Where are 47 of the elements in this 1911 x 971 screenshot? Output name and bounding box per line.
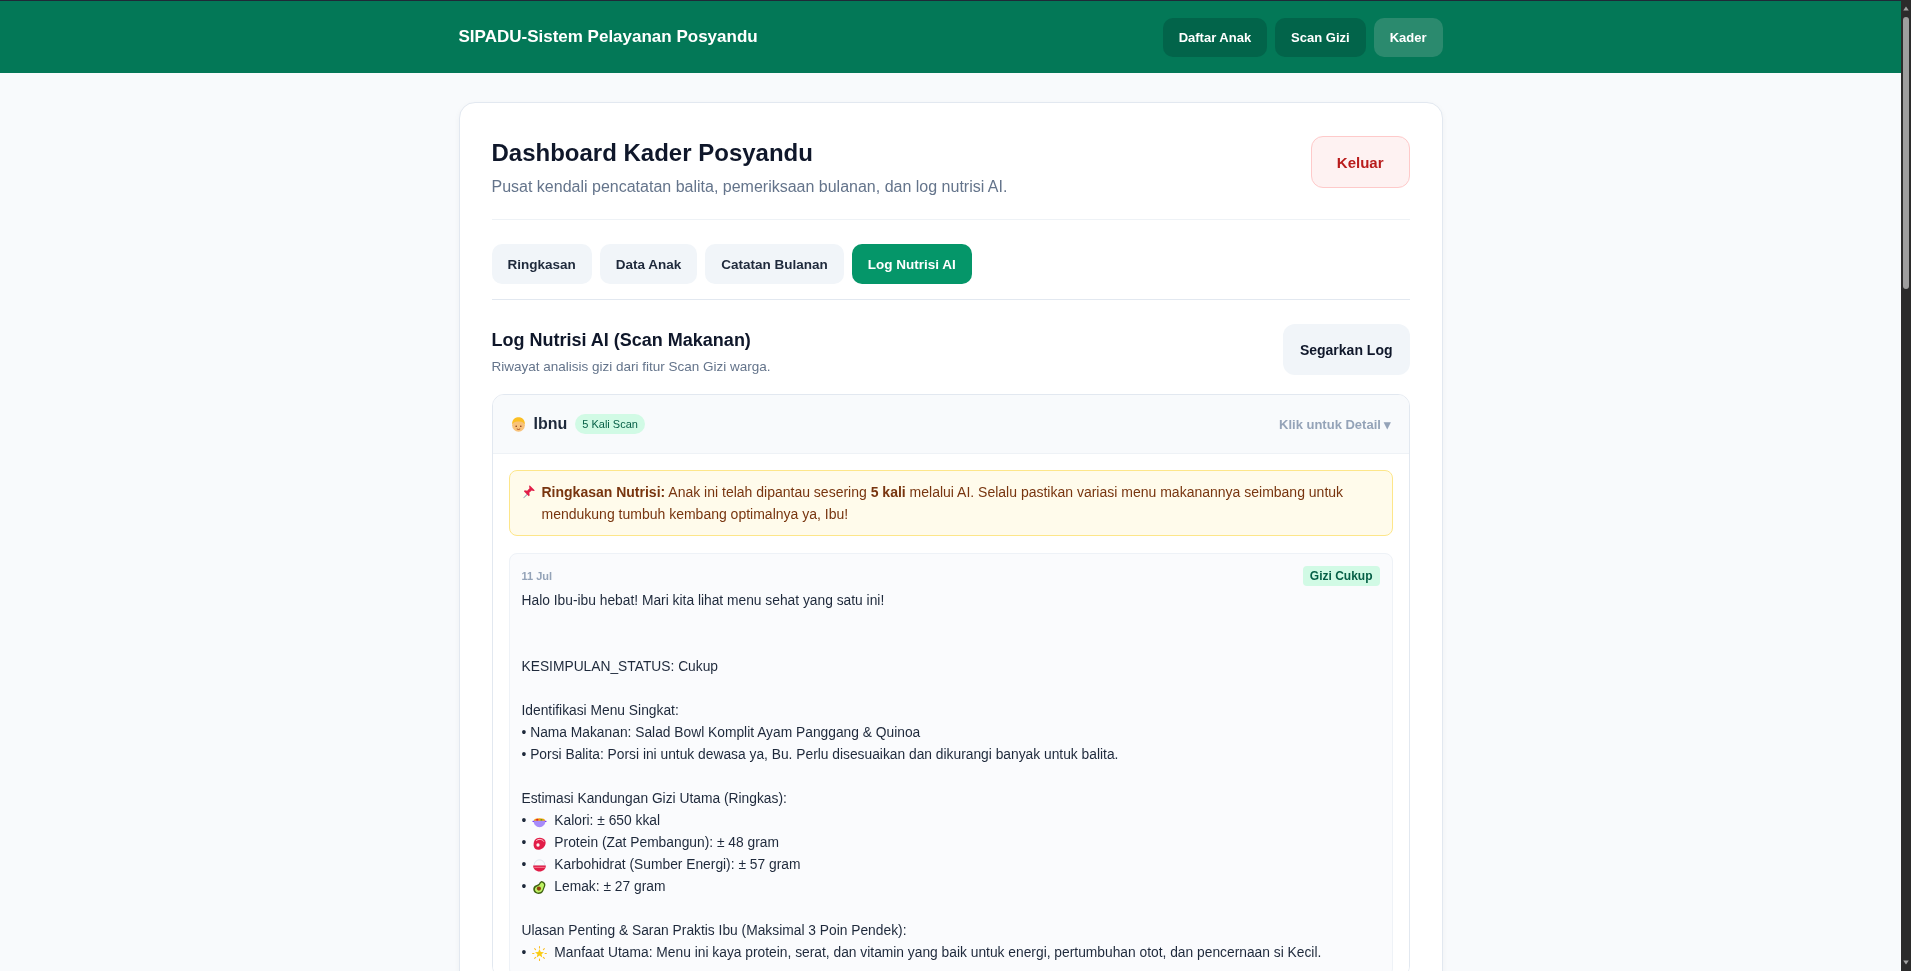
log-text-line: • Porsi Balita: Porsi ini untuk dewasa ya, Bu. Perlu disesuaikan dan dikurangi banyak untuk balita. — [521, 746, 1120, 764]
log-date: 11 Jul — [521, 570, 553, 582]
bullet-mark: • — [521, 856, 527, 874]
avocado-icon — [532, 879, 548, 895]
tab[interactable]: Log Nutrisi AI — [851, 244, 972, 284]
log-text-line: Estimasi Kandungan Gizi Utama (Ringkas): — [521, 790, 788, 808]
log-text-line: Lemak: ± 27 gram — [554, 878, 666, 896]
nav-button[interactable]: Kader — [1373, 17, 1443, 57]
log-text-line: Kalori: ± 650 kkal — [554, 812, 661, 830]
nav-button[interactable]: Daftar Anak — [1162, 17, 1268, 57]
refresh-log-button[interactable]: Segarkan Log — [1282, 324, 1410, 375]
scan-count-badge: 5 Kali Scan — [575, 414, 645, 434]
log-text-line: Karbohidrat (Sumber Energi): ± 57 gram — [554, 856, 801, 874]
glowing-star-icon — [532, 945, 548, 961]
log-text-line: Protein (Zat Pembangun): ± 48 gram — [554, 834, 779, 852]
bullet-mark: • — [521, 834, 527, 852]
child-name: Ibnu — [533, 415, 568, 433]
nav-button[interactable]: Scan Gizi — [1275, 17, 1366, 57]
log-text-line: KESIMPULAN_STATUS: Cukup — [521, 658, 720, 676]
scrollbar[interactable] — [1901, 0, 1911, 971]
blond-child-icon — [509, 415, 527, 433]
page-title: Dashboard Kader Posyandu — [491, 138, 814, 168]
log-text-line: Identifikasi Menu Singkat: — [521, 702, 680, 720]
pushpin-icon — [520, 484, 536, 499]
nutrition-status-badge: Gizi Cukup — [1302, 566, 1380, 586]
bullet-mark: • — [521, 944, 527, 962]
bullet-mark: • — [521, 878, 527, 896]
accordion-header[interactable]: Ibnu 5 Kali Scan Klik untuk Detail ▾ — [492, 395, 1409, 454]
section-subtitle: Riwayat analisis gizi dari fitur Scan Gizi warga. — [491, 358, 771, 376]
scrollbar-thumb[interactable] — [1903, 17, 1909, 289]
log-text-line: • Nama Makanan: Salad Bowl Komplit Ayam Panggang & Quinoa — [521, 724, 922, 742]
tab[interactable]: Catatan Bulanan — [705, 244, 844, 284]
tab[interactable]: Data Anak — [599, 244, 698, 284]
nutrition-summary-text: Ringkasan Nutrisi: Anak ini telah dipantau sesering 5 kali melalui AI. Selalu pastikan variasi menu makanannya seimbang untuk mendukung tumbuh kembang optimalnya ya, Ibu! — [541, 483, 1345, 524]
tab[interactable]: Ringkasan — [491, 244, 592, 284]
bullet-mark: • — [521, 812, 527, 830]
app-title: SIPADU-Sistem Pelayanan Posyandu — [458, 27, 758, 47]
log-text-line: Ulasan Penting & Saran Praktis Ibu (Maksimal 3 Poin Pendek): — [521, 922, 908, 940]
log-text-line: Manfaat Utama: Menu ini kaya protein, serat, dan vitamin yang baik untuk energi, pertumbuhan otot, dan pencernaan si Kecil. — [554, 944, 1322, 962]
scroll-down-icon[interactable] — [1902, 959, 1910, 966]
rice-bowl-icon — [532, 857, 548, 873]
section-title: Log Nutrisi AI (Scan Makanan) — [491, 329, 752, 352]
steak-icon — [532, 835, 548, 851]
scroll-up-icon[interactable] — [1902, 5, 1910, 12]
logout-button[interactable]: Keluar — [1310, 136, 1410, 188]
page-subtitle: Pusat kendali pencatatan balita, pemeriksaan bulanan, dan log nutrisi AI. — [491, 177, 1008, 197]
log-text-line: Halo Ibu-ibu hebat! Mari kita lihat menu sehat yang satu ini! — [521, 592, 886, 610]
